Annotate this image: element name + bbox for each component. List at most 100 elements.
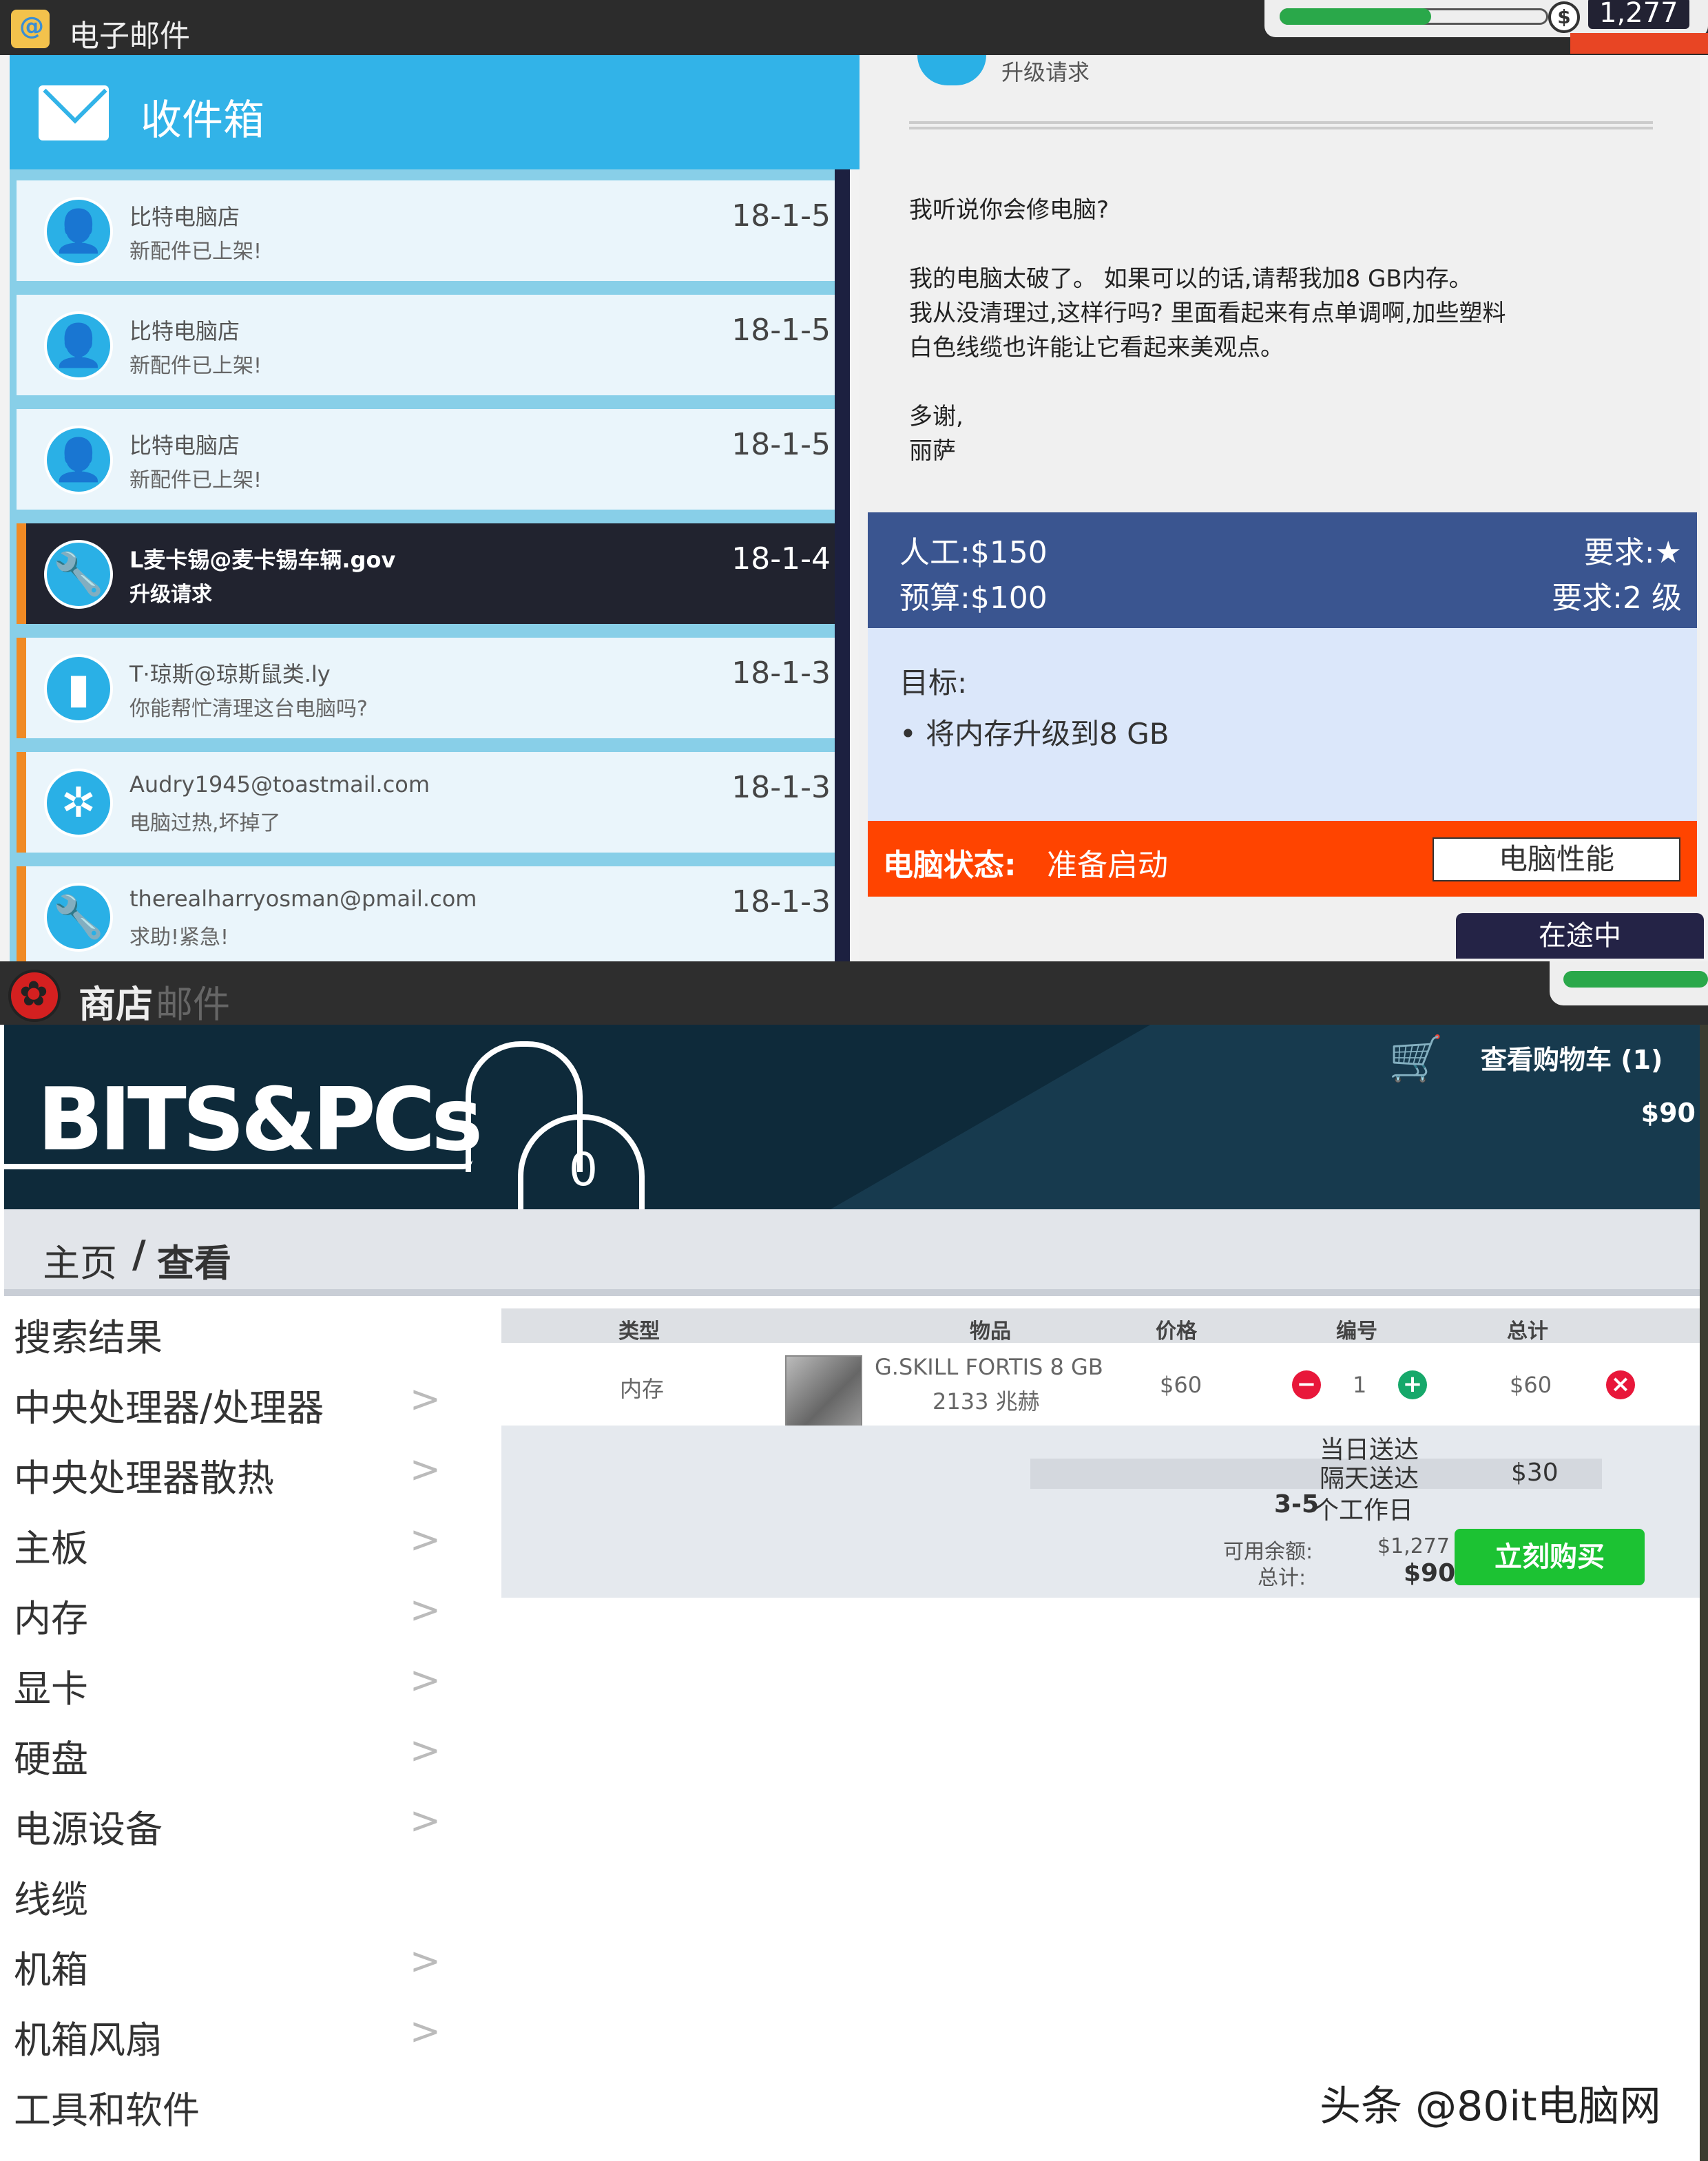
total-value: $90 bbox=[1404, 1559, 1456, 1587]
shop-hud bbox=[1550, 961, 1708, 1005]
breadcrumb-separator: / bbox=[132, 1233, 146, 1276]
category-item[interactable]: 主板 > bbox=[14, 1518, 455, 1587]
category-label: 电源设备 bbox=[14, 1808, 163, 1851]
mail-item[interactable]: 👤 比特电脑店 新配件已上架! 18-1-5 bbox=[17, 180, 840, 281]
pc-status-label: 电脑状态: bbox=[883, 848, 1017, 883]
goal-box: 目标: • 将内存升级到8 GB bbox=[868, 628, 1697, 821]
col-item: 物品 bbox=[970, 1319, 1011, 1344]
row-total: $60 bbox=[1510, 1372, 1552, 1398]
remove-item-button[interactable]: × bbox=[1606, 1370, 1635, 1399]
inbox-header: 收件箱 bbox=[10, 55, 860, 169]
category-label: 显卡 bbox=[14, 1667, 88, 1711]
mail-date: 18-1-3 bbox=[731, 770, 831, 805]
mail-date: 18-1-4 bbox=[731, 541, 831, 576]
category-item[interactable]: 机箱 > bbox=[14, 1939, 455, 2008]
category-label: 机箱风扇 bbox=[14, 2018, 163, 2062]
mail-date: 18-1-5 bbox=[731, 427, 831, 462]
fan-icon: ✲ bbox=[44, 769, 113, 837]
shipping-next-day[interactable]: 隔天送达 bbox=[1320, 1459, 1419, 1494]
coin-icon: $ bbox=[1548, 1, 1580, 33]
chevron-right-icon: > bbox=[409, 1448, 441, 1491]
reading-pane: 升级请求 我听说你会修电脑? 我的电脑太破了。 如果可以的话,请帮我加8 GB内… bbox=[860, 55, 1700, 961]
mail-sender: T·琼斯@琼斯鼠类.ly bbox=[129, 661, 331, 687]
pc-performance-button[interactable]: 电脑性能 bbox=[1433, 837, 1680, 881]
breadcrumb-current: 查看 bbox=[157, 1242, 231, 1285]
job-details: 人工:$150 预算:$100 要求:★ 要求:2 级 bbox=[868, 512, 1697, 628]
mail-subject: 你能帮忙清理这台电脑吗? bbox=[129, 697, 368, 721]
cart-table-header: 类型 物品 价格 编号 总计 bbox=[501, 1308, 1700, 1344]
category-item[interactable]: 显卡 > bbox=[14, 1658, 455, 1727]
top-hud: $ 1,277 bbox=[1264, 0, 1708, 37]
category-item[interactable]: 硬盘 > bbox=[14, 1729, 455, 1797]
cart-total: $90 bbox=[1641, 1098, 1696, 1128]
mail-date: 18-1-3 bbox=[731, 884, 831, 919]
category-item[interactable]: 机箱风扇 > bbox=[14, 2009, 455, 2078]
user-icon: 👤 bbox=[44, 426, 113, 494]
increase-quantity-button[interactable]: + bbox=[1398, 1370, 1427, 1399]
row-item-spec: 2133 兆赫 bbox=[933, 1388, 1040, 1414]
divider bbox=[909, 121, 1653, 129]
envelope-icon bbox=[39, 85, 109, 140]
progress-bar bbox=[1563, 971, 1708, 988]
shop-banner: BITS&PCs 0 🛒 查看购物车 (1) $90 bbox=[4, 1025, 1704, 1209]
shipping-standard-days[interactable]: 3-5 bbox=[1274, 1490, 1319, 1518]
inbox-list: 👤 比特电脑店 新配件已上架! 18-1-5 👤 比特电脑店 新配件已上架! 1… bbox=[10, 169, 850, 961]
view-cart-link[interactable]: 查看购物车 (1) bbox=[1481, 1038, 1663, 1076]
mail-subject: 新配件已上架! bbox=[129, 468, 262, 492]
decrease-quantity-button[interactable]: − bbox=[1292, 1370, 1321, 1399]
shipping-standard-label: 个工作日 bbox=[1314, 1496, 1414, 1525]
mail-item[interactable]: 🔧 therealharryosman@pmail.com 求助!紧急! 18-… bbox=[17, 866, 840, 961]
category-item[interactable]: 搜索结果 bbox=[14, 1307, 455, 1376]
goal-label: 目标: bbox=[899, 666, 968, 700]
wrench-icon: 🔧 bbox=[44, 540, 113, 609]
chevron-right-icon: > bbox=[409, 1658, 441, 1702]
pc-status-value: 准备启动 bbox=[1047, 848, 1168, 883]
chevron-right-icon: > bbox=[409, 1799, 441, 1842]
shop-titlebar[interactable]: 商店 邮件 bbox=[0, 961, 1708, 1026]
category-item[interactable]: 中央处理器/处理器 > bbox=[14, 1377, 455, 1446]
category-item[interactable]: 电源设备 > bbox=[14, 1799, 455, 1868]
row-item-name: G.SKILL FORTIS 8 GB bbox=[875, 1354, 1103, 1380]
hud-money: 1,277 bbox=[1588, 0, 1689, 29]
mail-item[interactable]: ✲ Audry1945@toastmail.com 电脑过热,坏掉了 18-1-… bbox=[17, 752, 840, 853]
mail-subject: 升级请求 bbox=[129, 583, 212, 607]
category-item[interactable]: 内存 > bbox=[14, 1588, 455, 1657]
category-label: 硬盘 bbox=[14, 1737, 88, 1781]
mail-item-selected[interactable]: 🔧 L麦卡锡@麦卡锡车辆.gov 升级请求 18-1-4 bbox=[17, 523, 840, 624]
labor-fee: 人工:$150 bbox=[899, 535, 1048, 570]
hud-alert-strip bbox=[1570, 33, 1708, 54]
mail-item[interactable]: ▮ T·琼斯@琼斯鼠类.ly 你能帮忙清理这台电脑吗? 18-1-3 bbox=[17, 638, 840, 738]
mail-subject: 新配件已上架! bbox=[129, 354, 262, 378]
buy-now-button[interactable]: 立刻购买 bbox=[1455, 1529, 1645, 1585]
category-item[interactable]: 线缆 bbox=[14, 1869, 455, 1938]
pc-status-bar: 电脑状态: 准备启动 电脑性能 bbox=[868, 821, 1697, 897]
requirement-rating: 要求:★ bbox=[1583, 535, 1682, 570]
chevron-right-icon: > bbox=[409, 1588, 441, 1631]
cart-count: 0 bbox=[569, 1143, 598, 1196]
category-item[interactable]: 工具和软件 bbox=[14, 2080, 455, 2149]
goal-item: • 将内存升级到8 GB bbox=[899, 717, 1169, 751]
shop-logo[interactable]: BITS&PCs bbox=[37, 1069, 483, 1170]
mail-sender: Audry1945@toastmail.com bbox=[129, 771, 430, 797]
mail-sender: 比特电脑店 bbox=[129, 318, 240, 344]
budget: 预算:$100 bbox=[899, 581, 1048, 616]
mail-item[interactable]: 👤 比特电脑店 新配件已上架! 18-1-5 bbox=[17, 295, 840, 395]
category-label: 内存 bbox=[14, 1597, 88, 1640]
inbox-scrollbar[interactable] bbox=[835, 169, 850, 961]
mail-date: 18-1-5 bbox=[731, 313, 831, 348]
mail-subject: 求助!紧急! bbox=[129, 926, 229, 950]
wrench-icon: 🔧 bbox=[44, 883, 113, 952]
mail-item[interactable]: 👤 比特电脑店 新配件已上架! 18-1-5 bbox=[17, 409, 840, 510]
chevron-right-icon: > bbox=[409, 1518, 441, 1561]
in-transit-button[interactable]: 在途中 bbox=[1456, 913, 1704, 959]
cart-icon[interactable]: 🛒 bbox=[1388, 1033, 1444, 1085]
shop-window-title: 商店 bbox=[79, 983, 153, 1026]
category-item[interactable]: 中央处理器散热 > bbox=[14, 1448, 455, 1516]
cart-summary: 当日送达 隔天送达 $30 3-5 个工作日 可用余额: $1,277 总计: … bbox=[501, 1426, 1700, 1598]
category-label: 主板 bbox=[14, 1527, 88, 1570]
mail-sender: 比特电脑店 bbox=[129, 204, 240, 230]
breadcrumb-home[interactable]: 主页 bbox=[43, 1233, 117, 1287]
ghost-title: 邮件 bbox=[156, 983, 230, 1026]
watermark: 头条 @80it电脑网 bbox=[1320, 2082, 1661, 2131]
category-label: 工具和软件 bbox=[14, 2089, 200, 2132]
